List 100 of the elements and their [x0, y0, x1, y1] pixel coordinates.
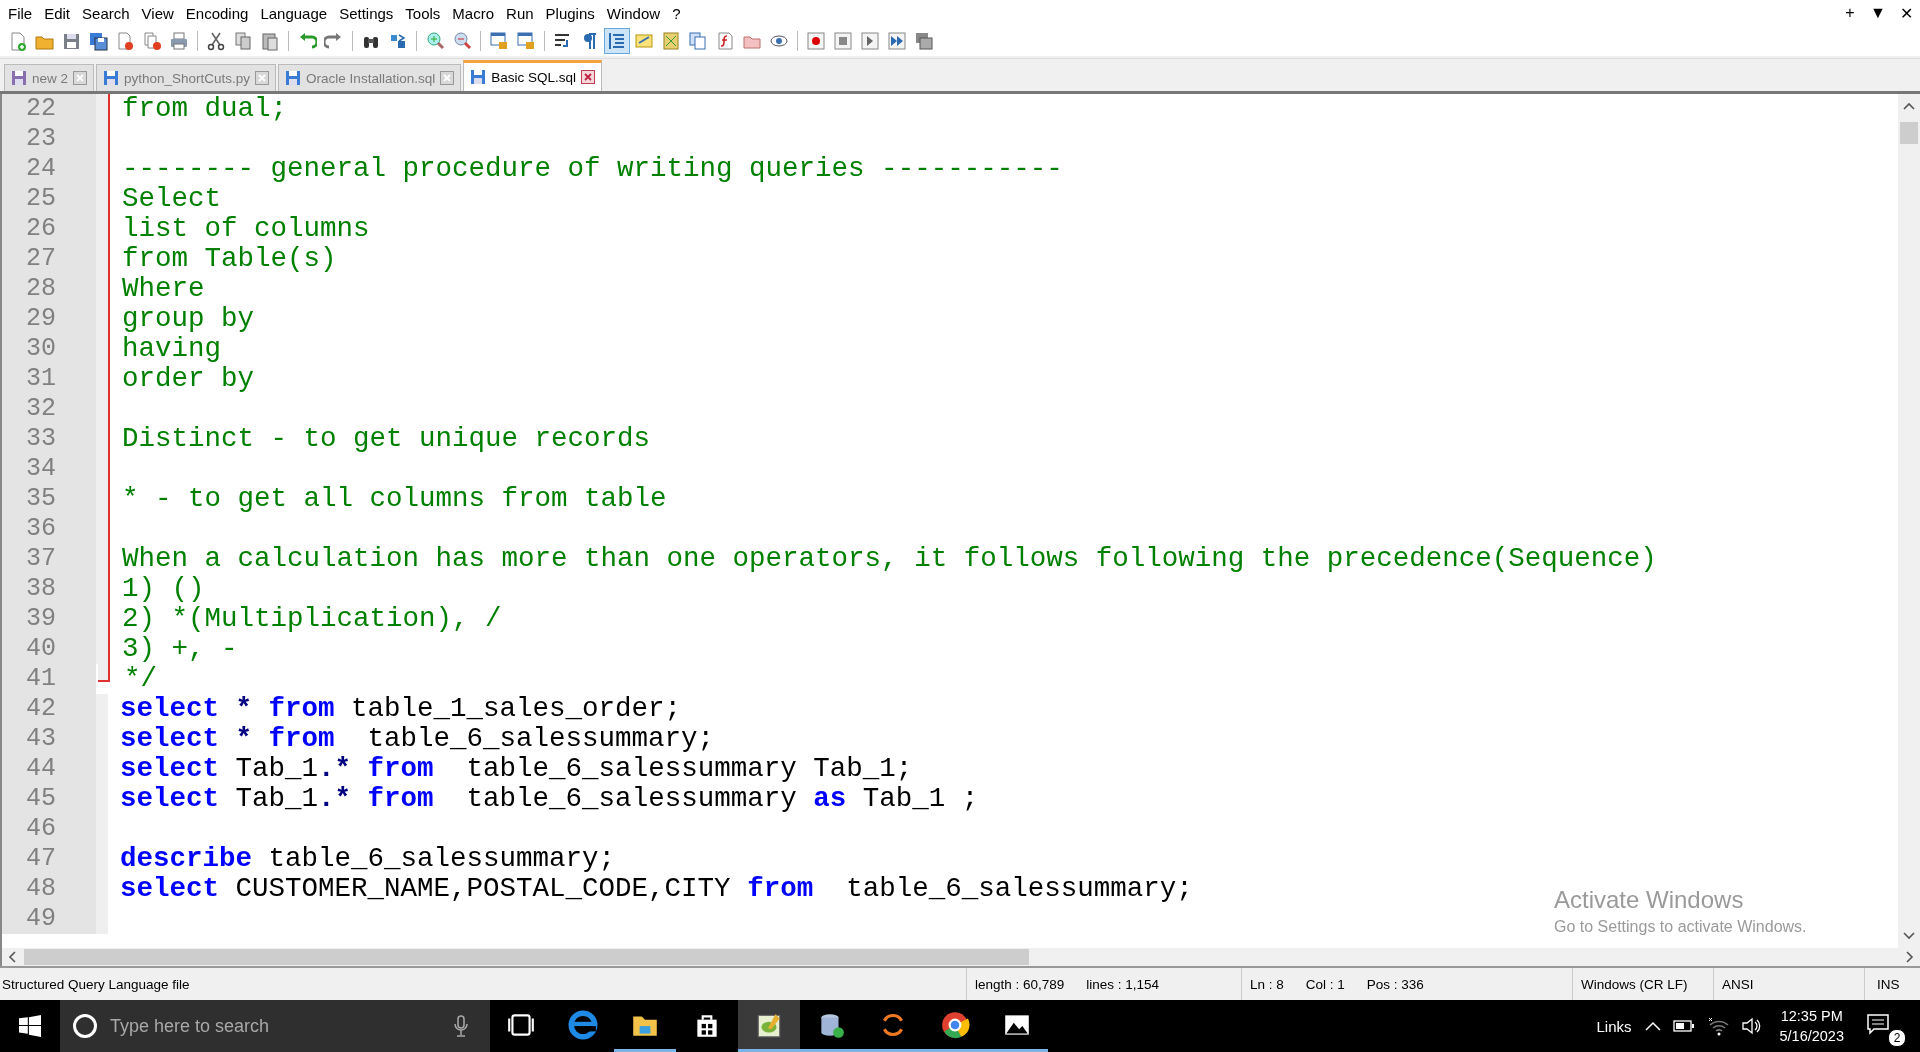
vertical-scrollbar[interactable]	[1898, 94, 1920, 948]
code-line: Where	[122, 274, 205, 304]
line-number: 44	[2, 754, 96, 784]
notepad-icon[interactable]	[738, 1000, 800, 1052]
search-input[interactable]: Type here to search	[108, 1014, 444, 1038]
code-line: from Table(s)	[122, 244, 337, 274]
code-line: 3) +, -	[122, 634, 238, 664]
line-number: 35	[2, 484, 96, 514]
code-line: Select	[122, 184, 222, 214]
code-line: When a calculation has more than one operators, it follows following the precedence(Sequence)	[122, 544, 1657, 574]
activation-text: Go to Settings to activate Windows.	[1554, 918, 1807, 936]
line-number: 30	[2, 334, 96, 364]
scroll-down-icon[interactable]	[1903, 932, 1915, 940]
status-text: length : 60,789	[975, 976, 1065, 992]
scroll-right-icon[interactable]	[1906, 951, 1914, 963]
scrollbar-thumb[interactable]	[24, 949, 1029, 965]
clock[interactable]: 12:35 PM 5/16/2023	[1779, 1006, 1844, 1046]
close-tab-icon[interactable]	[255, 71, 270, 85]
code-line: */	[124, 664, 157, 694]
notification-icon[interactable]	[1866, 1013, 1890, 1035]
code-line: * - to get all columns from table	[122, 484, 667, 514]
window-control[interactable]: +	[1836, 4, 1864, 22]
line-number: 47	[2, 844, 96, 874]
speaker-icon[interactable]	[1741, 1017, 1762, 1035]
microphone-icon[interactable]	[454, 1015, 468, 1037]
status-text: Windows (CR LF)	[1581, 976, 1688, 992]
line-number: 26	[2, 214, 96, 244]
line-number: 34	[2, 454, 96, 484]
code-line: 1) ()	[122, 574, 205, 604]
menu-item[interactable]: View	[135, 4, 180, 22]
clock-date: 5/16/2023	[1779, 1027, 1844, 1046]
menu-item[interactable]: Tools	[399, 4, 447, 22]
scroll-left-icon[interactable]	[8, 951, 16, 963]
indent-guide-icon[interactable]	[604, 28, 630, 54]
code-line: select Tab_1.* from table_6_salessummary Tab_1;	[120, 754, 913, 784]
line-number: 42	[2, 694, 96, 724]
status-text: Pos : 336	[1366, 976, 1424, 992]
code-line: from dual;	[122, 94, 288, 124]
line-number: 43	[2, 724, 96, 754]
status-text: INS	[1877, 976, 1900, 992]
line-number: 38	[2, 574, 96, 604]
menu-item[interactable]: Run	[500, 4, 540, 22]
menu-item[interactable]: Language	[254, 4, 334, 22]
code-line: describe table_6_salessummary;	[120, 844, 616, 874]
line-number: 41	[2, 664, 96, 694]
line-number: 23	[2, 124, 96, 154]
close-tab-icon[interactable]	[440, 71, 455, 85]
line-number: 40	[2, 634, 96, 664]
scroll-up-icon[interactable]	[1903, 102, 1915, 110]
code-line: select Tab_1.* from table_6_salessummary as Tab_1 ;	[120, 784, 979, 814]
line-number: 28	[2, 274, 96, 304]
code-line: 2) *(Multiplication), /	[122, 604, 502, 634]
line-number: 31	[2, 364, 96, 394]
menu-item[interactable]: Plugins	[539, 4, 601, 22]
search-bar[interactable]: Type here to search	[60, 1000, 490, 1052]
status-text: Col : 1	[1305, 976, 1345, 992]
windows-logo-icon	[19, 1015, 41, 1037]
line-number: 22	[2, 94, 96, 124]
menu-item[interactable]: Window	[600, 4, 667, 22]
search-circle-icon	[72, 1013, 98, 1039]
window-control[interactable]: ✕	[1892, 3, 1920, 23]
menu-item[interactable]: Edit	[38, 4, 77, 22]
line-number: 37	[2, 544, 96, 574]
scrollbar-thumb[interactable]	[1900, 122, 1918, 144]
status-text: ANSI	[1722, 976, 1754, 992]
close-tab-icon[interactable]	[580, 70, 595, 84]
window-control[interactable]: ▼	[1864, 4, 1892, 22]
menu-item[interactable]: Macro	[446, 4, 501, 22]
line-number: 39	[2, 604, 96, 634]
menu-item[interactable]: Search	[76, 4, 136, 22]
clock-time: 12:35 PM	[1780, 1007, 1843, 1026]
line-number: 45	[2, 784, 96, 814]
line-number: 33	[2, 424, 96, 454]
code-line: having	[122, 334, 222, 364]
tab[interactable]: Basic SQL.sql	[463, 60, 602, 91]
line-number: 36	[2, 514, 96, 544]
chevron-up-icon[interactable]	[1645, 1021, 1662, 1031]
line-number: 32	[2, 394, 96, 424]
status-text: Structured Query Language file	[2, 976, 190, 992]
line-number: 46	[2, 814, 96, 844]
code-line: select * from table_1_sales_order;	[120, 694, 682, 724]
code-line: Distinct - to get unique records	[122, 424, 651, 454]
close-tab-icon[interactable]	[73, 71, 88, 85]
line-number: 29	[2, 304, 96, 334]
menu-item[interactable]: File	[2, 4, 39, 22]
menu-item[interactable]: Settings	[333, 4, 400, 22]
battery-icon[interactable]	[1673, 1020, 1696, 1032]
code-line: group by	[122, 304, 255, 334]
line-number: 48	[2, 874, 96, 904]
links-toolbar[interactable]: Links	[1596, 1017, 1632, 1035]
notification-count-badge: 2	[1888, 1029, 1906, 1047]
code-line: list of columns	[122, 214, 370, 244]
wifi-icon[interactable]	[1707, 1016, 1730, 1036]
line-number: 25	[2, 184, 96, 214]
activation-title: Activate Windows	[1554, 886, 1745, 914]
menu-item[interactable]: Encoding	[179, 4, 255, 22]
horizontal-scrollbar[interactable]	[0, 948, 1920, 966]
code-line: select CUSTOMER_NAME,POSTAL_CODE,CITY from table_6_salessummary;	[120, 874, 1193, 904]
code-line: order by	[122, 364, 255, 394]
menu-item[interactable]: ?	[666, 4, 687, 22]
